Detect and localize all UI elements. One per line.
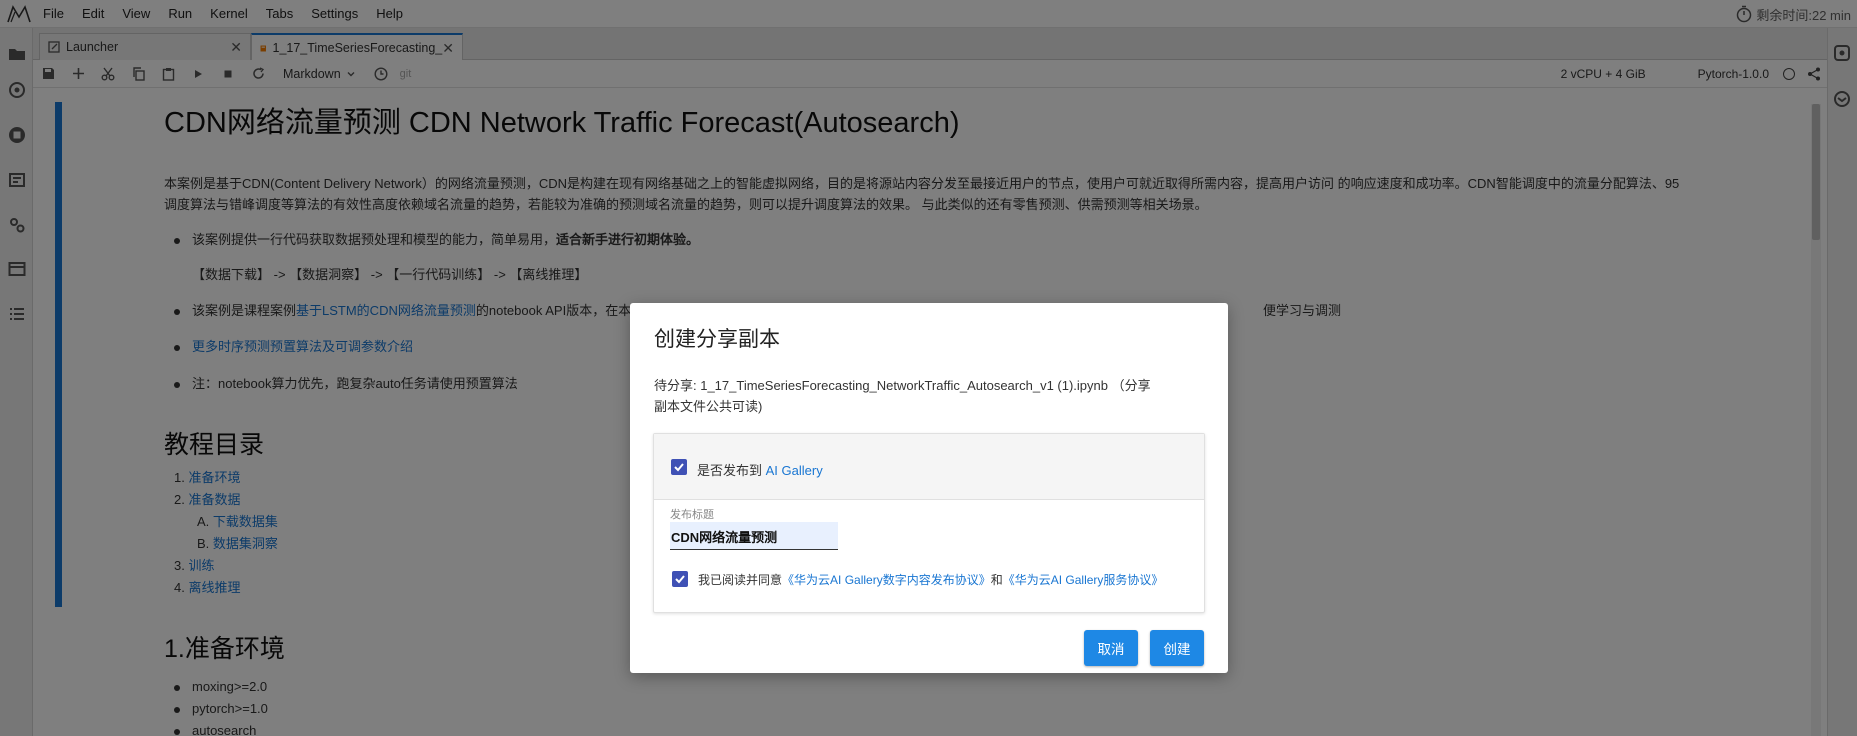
title-field-label: 发布标题 [670, 509, 714, 521]
checkmark-icon [675, 575, 685, 584]
create-button[interactable]: 创建 [1150, 630, 1204, 666]
agreement-text: 我已阅读并同意《华为云AI Gallery数字内容发布协议》和《华为云AI Ga… [698, 571, 1163, 588]
publish-panel: 是否发布到 AI Gallery 发布标题 CDN网络流量预测 我已阅读并同意《… [653, 433, 1205, 613]
publish-checkbox-label: 是否发布到 AI Gallery [697, 460, 823, 479]
agree-checkbox[interactable] [672, 571, 688, 587]
publish-title-input[interactable]: CDN网络流量预测 [670, 522, 838, 550]
jupyterlab-window: File Edit View Run Kernel Tabs Settings … [0, 0, 1857, 736]
checkmark-icon [674, 463, 684, 472]
publish-label-text: 是否发布到 [697, 463, 766, 478]
share-copy-dialog: 创建分享副本 待分享: 1_17_TimeSeriesForecasting_N… [630, 303, 1228, 673]
service-agreement-link[interactable]: 《华为云AI Gallery服务协议》 [1003, 573, 1164, 587]
dialog-description: 待分享: 1_17_TimeSeriesForecasting_NetworkT… [654, 375, 1214, 417]
cancel-button[interactable]: 取消 [1084, 630, 1138, 666]
dialog-description-line2: 副本文件公共可读) [654, 399, 763, 414]
dialog-title: 创建分享副本 [654, 328, 780, 351]
content-publish-agreement-link[interactable]: 《华为云AI Gallery数字内容发布协议》 [782, 573, 991, 587]
agree-and: 和 [990, 573, 1003, 587]
agree-prefix: 我已阅读并同意 [698, 573, 783, 587]
dialog-description-line1: 待分享: 1_17_TimeSeriesForecasting_NetworkT… [654, 378, 1151, 393]
ai-gallery-link[interactable]: AI Gallery [766, 463, 823, 478]
publish-checkbox[interactable] [671, 459, 687, 475]
publish-panel-header: 是否发布到 AI Gallery [654, 434, 1204, 500]
